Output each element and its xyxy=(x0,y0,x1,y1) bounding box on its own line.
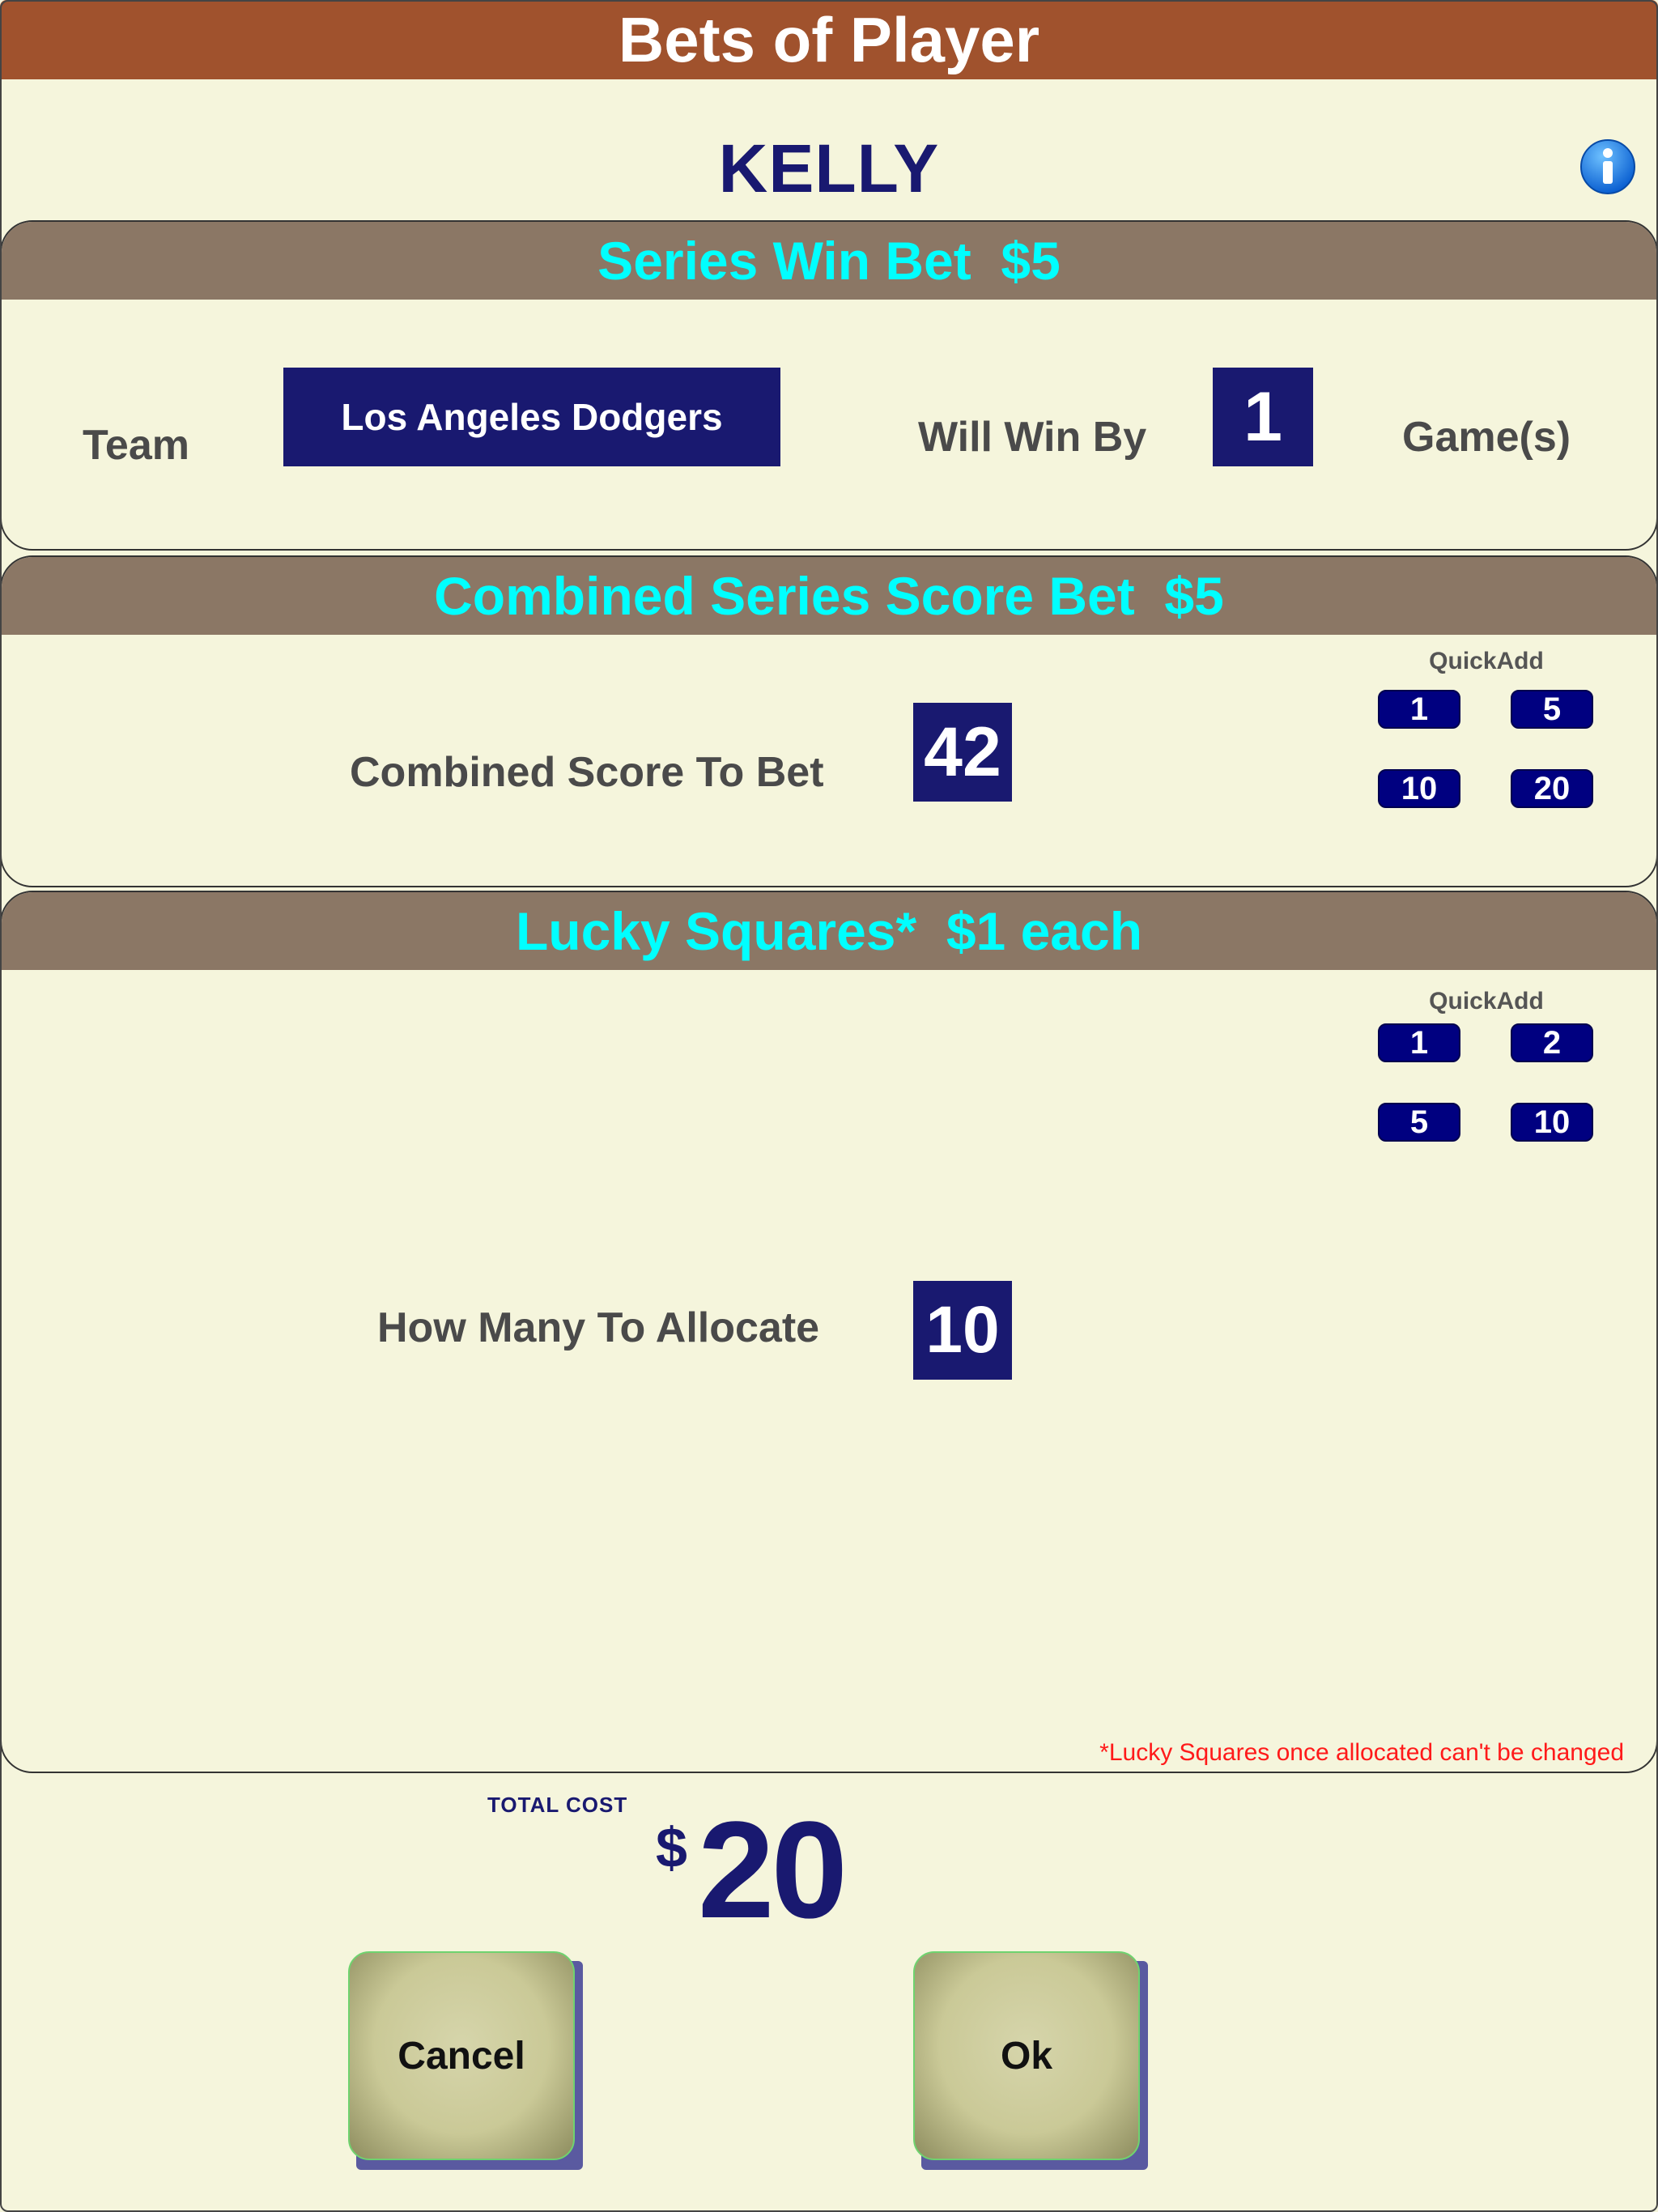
quickadd-5-button[interactable]: 5 xyxy=(1378,1103,1460,1142)
games-label: Game(s) xyxy=(1402,414,1571,461)
player-name: KELLY xyxy=(718,130,940,206)
team-label: Team xyxy=(83,422,189,469)
win-by-label: Will Win By xyxy=(918,414,1147,461)
quickadd-20-button[interactable]: 20 xyxy=(1511,769,1593,808)
total-currency: $ xyxy=(656,1816,687,1879)
ok-button-label: Ok xyxy=(913,1951,1140,2160)
info-icon[interactable] xyxy=(1579,138,1637,196)
lucky-squares-note: *Lucky Squares once allocated can't be c… xyxy=(1099,1739,1624,1766)
combined-score-header: Combined Series Score Bet $5 xyxy=(2,557,1656,635)
window-title: Bets of Player xyxy=(0,0,1658,79)
total-cost-value: 20 xyxy=(698,1793,848,1947)
cancel-button-label: Cancel xyxy=(348,1951,575,2160)
lucky-squares-section: Lucky Squares* $1 each QuickAdd 1 2 5 10… xyxy=(0,891,1658,1773)
series-win-header: Series Win Bet $5 xyxy=(2,222,1656,300)
quickadd-5-button[interactable]: 5 xyxy=(1511,690,1593,729)
combined-score-value[interactable]: 42 xyxy=(913,703,1012,802)
combined-score-label: Combined Score To Bet xyxy=(350,749,824,796)
team-selector[interactable]: Los Angeles Dodgers xyxy=(283,368,780,466)
quickadd-10-button[interactable]: 10 xyxy=(1511,1103,1593,1142)
allocate-value[interactable]: 10 xyxy=(913,1281,1012,1380)
lucky-squares-header: Lucky Squares* $1 each xyxy=(2,892,1656,970)
quickadd-10-button[interactable]: 10 xyxy=(1378,769,1460,808)
win-by-value[interactable]: 1 xyxy=(1213,368,1313,466)
series-win-section: Series Win Bet $5 Team Los Angeles Dodge… xyxy=(0,220,1658,551)
cancel-button[interactable]: Cancel xyxy=(348,1951,583,2170)
combined-score-section: Combined Series Score Bet $5 Combined Sc… xyxy=(0,555,1658,887)
quickadd-2-button[interactable]: 2 xyxy=(1511,1023,1593,1062)
quickadd-1-button[interactable]: 1 xyxy=(1378,690,1460,729)
allocate-label: How Many To Allocate xyxy=(377,1304,820,1351)
ok-button[interactable]: Ok xyxy=(913,1951,1148,2170)
quickadd-1-button[interactable]: 1 xyxy=(1378,1023,1460,1062)
quickadd-label: QuickAdd xyxy=(1429,648,1544,674)
total-cost-label: TOTAL COST xyxy=(487,1793,628,1817)
quickadd-label: QuickAdd xyxy=(1429,988,1544,1015)
